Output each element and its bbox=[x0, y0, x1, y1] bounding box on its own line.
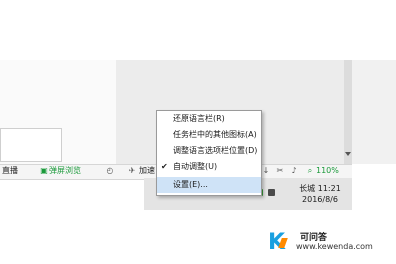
zoom-icon[interactable]: ⌕ bbox=[306, 166, 314, 175]
clock-date: 2016/8/6 bbox=[302, 195, 338, 204]
menu-item-settings[interactable]: 设置(E)... bbox=[157, 177, 261, 193]
menu-item-adjust-position[interactable]: 调整语言选项栏位置(D) bbox=[157, 143, 261, 159]
checkmark-icon: ✔ bbox=[161, 162, 168, 171]
watermark-site-url: www.kewenda.com bbox=[296, 242, 373, 251]
language-bar-context-menu: 还原语言栏(R) 任务栏中的其他图标(A) 调整语言选项栏位置(D) ✔ 自动调… bbox=[156, 110, 262, 196]
action-center-icon[interactable] bbox=[268, 189, 275, 196]
menu-item-restore-language-bar[interactable]: 还原语言栏(R) bbox=[157, 111, 261, 127]
download-icon[interactable]: ↓ bbox=[262, 166, 270, 175]
browser-icon: ▣ bbox=[40, 166, 48, 175]
clock[interactable]: 长城 11:21 2016/8/6 bbox=[296, 183, 344, 205]
speed-icon[interactable]: ✈ bbox=[128, 166, 136, 175]
ime-label: 长城 bbox=[299, 184, 316, 193]
browser-mode-label[interactable]: 弹屏浏览 bbox=[49, 166, 81, 176]
history-icon[interactable]: ◴ bbox=[106, 166, 114, 175]
live-label[interactable]: 直播 bbox=[2, 166, 18, 176]
speed-label[interactable]: 加速 bbox=[139, 166, 155, 176]
volume-icon[interactable]: ♪ bbox=[290, 166, 298, 175]
scroll-down-arrow-icon[interactable] bbox=[345, 152, 351, 156]
text-box bbox=[0, 128, 62, 162]
menu-item-auto-adjust[interactable]: ✔ 自动调整(U) bbox=[157, 159, 261, 175]
clock-time: 11:21 bbox=[317, 184, 341, 193]
vertical-scrollbar[interactable] bbox=[344, 60, 352, 164]
zoom-level[interactable]: 110% bbox=[316, 166, 339, 176]
menu-item-other-taskbar-icons[interactable]: 任务栏中的其他图标(A) bbox=[157, 127, 261, 143]
screenshot-icon[interactable]: ✂ bbox=[276, 166, 284, 175]
